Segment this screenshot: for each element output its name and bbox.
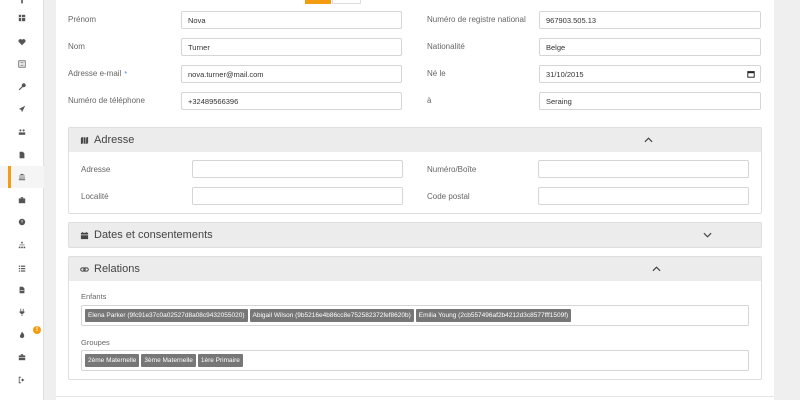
birthdate-input[interactable]: 31/10/2015 — [539, 65, 761, 83]
localite-input[interactable] — [192, 187, 403, 205]
nom-label: Nom — [68, 42, 85, 51]
groupe-tag[interactable]: 1ère Primaire — [197, 354, 243, 367]
tab-strip — [305, 0, 361, 4]
map-icon — [80, 136, 89, 144]
relations-panel-header[interactable]: Relations — [69, 257, 761, 281]
wrench-icon[interactable] — [0, 76, 44, 98]
code-postal-input[interactable] — [538, 187, 749, 205]
dates-panel: Dates et consentements — [68, 222, 762, 248]
code-postal-label: Code postal — [427, 192, 470, 201]
heart-icon[interactable] — [0, 31, 44, 53]
calendar-icon[interactable] — [747, 70, 755, 78]
phone-input[interactable]: +32489566396 — [181, 92, 402, 110]
adresse-panel-title: Adresse — [94, 134, 135, 146]
groupes-label: Groupes — [81, 338, 110, 347]
clock-icon[interactable] — [0, 211, 44, 233]
adresse-label: Adresse — [81, 165, 111, 174]
chevron-down-icon[interactable] — [703, 231, 712, 239]
ne-le-label: Né le — [427, 69, 446, 78]
groupe-tag[interactable]: 2ème Maternelle — [85, 354, 140, 367]
enfants-label: Enfants — [81, 292, 107, 301]
nationalite-label: Nationalité — [427, 42, 465, 51]
prenom-input[interactable]: Nova — [181, 11, 402, 29]
adresse-panel: Adresse Adresse Numéro/Boîte Localité Co… — [68, 127, 762, 214]
adresse-input[interactable] — [192, 160, 403, 178]
localite-label: Localité — [81, 192, 109, 201]
chevron-up-icon[interactable] — [652, 265, 661, 273]
enfant-tag[interactable]: Abigail Wilson (9b5216e4b86cc8e752582372… — [249, 309, 414, 322]
email-label: Adresse e-mail * — [68, 69, 128, 78]
file-icon[interactable] — [0, 144, 44, 166]
suitcase-icon[interactable] — [0, 346, 44, 368]
enfant-tag[interactable]: Elena Parker (9fc91e37c0a02527d8a08c9432… — [85, 309, 248, 322]
chevron-up-icon[interactable] — [644, 136, 653, 144]
registre-input[interactable]: 967903.505.13 — [539, 11, 761, 29]
birthplace-input[interactable]: Seraing — [539, 92, 761, 110]
enfants-tag-input[interactable]: Elena Parker (9fc91e37c0a02527d8a08c9432… — [81, 305, 749, 326]
registre-label: Numéro de registre national — [427, 15, 526, 24]
relations-panel-title: Relations — [94, 263, 140, 275]
required-asterisk: * — [124, 71, 128, 78]
plug-icon[interactable] — [0, 301, 44, 323]
divider — [56, 396, 774, 397]
notification-badge: ! — [33, 326, 41, 334]
adresse-panel-header[interactable]: Adresse — [69, 128, 761, 152]
numero-input[interactable] — [538, 160, 749, 178]
tab-inactive[interactable] — [332, 0, 361, 4]
groupes-tag-input[interactable]: 2ème Maternelle 3ème Maternelle 1ère Pri… — [81, 350, 749, 371]
grid-icon[interactable] — [0, 7, 44, 29]
list-icon[interactable] — [0, 257, 44, 279]
paper-plane-icon[interactable] — [0, 98, 44, 120]
sign-out-icon[interactable] — [0, 369, 44, 391]
calendar-icon — [80, 231, 89, 239]
list-alt-icon[interactable] — [0, 53, 44, 75]
email-input[interactable]: nova.turner@mail.com — [181, 65, 402, 83]
relations-panel: Relations Enfants Elena Parker (9fc91e37… — [68, 256, 762, 380]
users-icon[interactable] — [0, 121, 44, 143]
a-label: à — [427, 96, 432, 105]
dates-panel-header[interactable]: Dates et consentements — [69, 223, 761, 247]
document-icon[interactable] — [0, 279, 44, 301]
groupe-tag[interactable]: 3ème Maternelle — [141, 354, 196, 367]
bank-icon[interactable] — [0, 166, 44, 188]
prenom-label: Prénom — [68, 15, 97, 24]
fire-icon[interactable]: ! — [0, 324, 44, 346]
enfant-tag[interactable]: Emilia Young (2cb557496af2b4212d3c8577ff… — [415, 309, 572, 322]
phone-label: Numéro de téléphone — [68, 96, 145, 105]
tab-active[interactable] — [305, 0, 331, 4]
sitemap-icon[interactable] — [0, 234, 44, 256]
briefcase-icon[interactable] — [0, 189, 44, 211]
nom-input[interactable]: Turner — [181, 38, 402, 56]
link-icon — [80, 266, 89, 272]
nationalite-select[interactable]: Belge — [539, 38, 761, 56]
dates-panel-title: Dates et consentements — [94, 229, 213, 241]
numero-label: Numéro/Boîte — [427, 165, 477, 174]
sidebar: ! — [0, 0, 44, 400]
